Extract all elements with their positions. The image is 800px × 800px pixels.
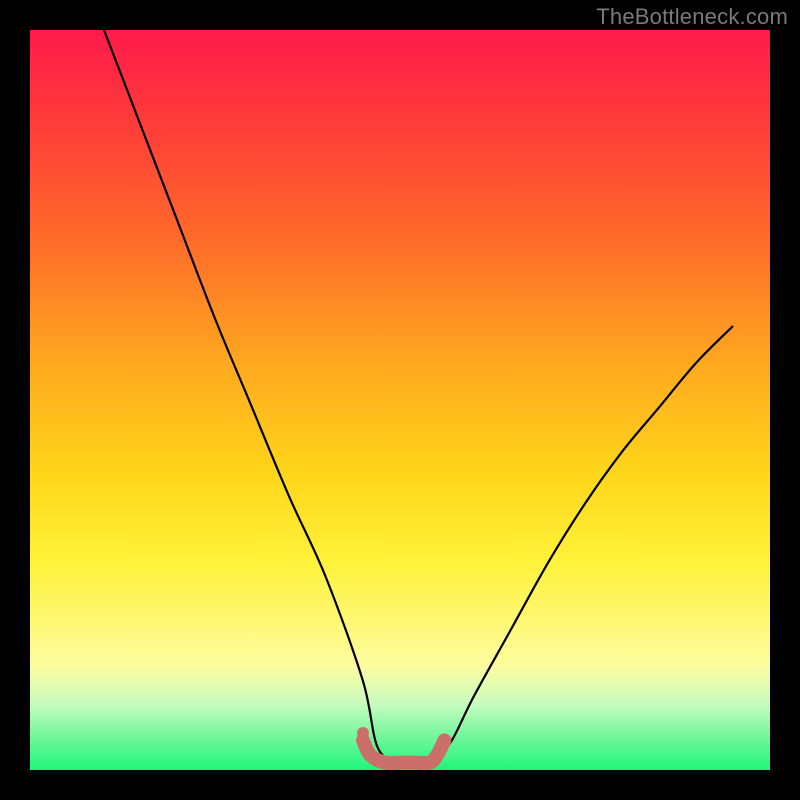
- plot-area: [30, 30, 770, 770]
- chart-svg: [30, 30, 770, 770]
- sweet-spot-dot: [357, 727, 369, 739]
- bottleneck-curve: [104, 30, 733, 764]
- watermark-text: TheBottleneck.com: [596, 4, 788, 30]
- chart-frame: TheBottleneck.com: [0, 0, 800, 800]
